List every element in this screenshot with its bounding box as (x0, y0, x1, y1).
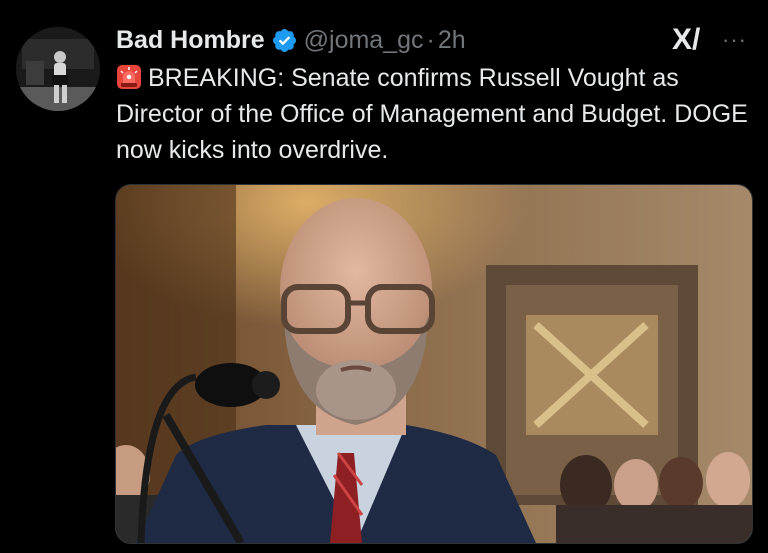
separator-dot: · (426, 25, 435, 54)
profile-avatar (16, 27, 100, 111)
avatar[interactable] (16, 27, 100, 111)
tweet-image[interactable] (115, 184, 753, 544)
verified-badge-icon (271, 27, 298, 54)
photo-man-at-senate-hearing (116, 185, 752, 543)
siren-emoji-icon (116, 64, 142, 90)
author-name[interactable]: Bad Hombre (116, 26, 265, 55)
grok-icon[interactable]: X/ (672, 24, 708, 56)
tweet-body: BREAKING: Senate confirms Russell Vought… (116, 64, 748, 164)
author-handle[interactable]: @joma_gc (304, 26, 424, 55)
more-options-icon[interactable]: ··· (722, 24, 752, 56)
timestamp[interactable]: 2h (438, 26, 466, 55)
tweet-text: BREAKING: Senate confirms Russell Vought… (116, 60, 756, 168)
tweet-header: Bad Hombre @joma_gc · 2h (116, 22, 466, 58)
